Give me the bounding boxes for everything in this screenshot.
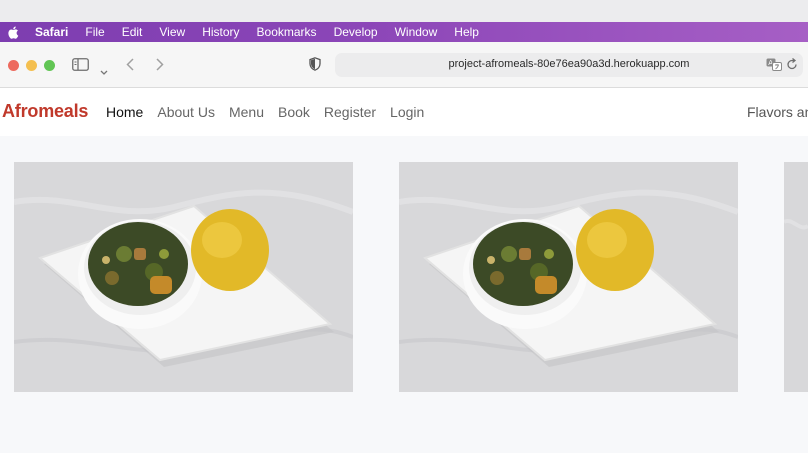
menu-develop[interactable]: Develop <box>334 25 378 39</box>
site-navbar: Afromeals Home About Us Menu Book Regist… <box>0 88 808 136</box>
nav-login[interactable]: Login <box>390 104 424 120</box>
back-icon[interactable] <box>126 58 134 76</box>
nav-menu[interactable]: Menu <box>229 104 264 120</box>
browser-toolbar: project-afromeals-80e76ea90a3d.herokuapp… <box>0 42 808 88</box>
minimize-window-button[interactable] <box>26 60 37 71</box>
chevron-down-icon[interactable] <box>100 62 108 80</box>
translate-icon[interactable]: A <box>766 58 782 76</box>
menu-safari[interactable]: Safari <box>35 25 68 39</box>
menu-view[interactable]: View <box>159 25 185 39</box>
site-brand[interactable]: Afromeals <box>2 101 88 122</box>
food-image <box>399 162 738 392</box>
nav-book[interactable]: Book <box>278 104 310 120</box>
apple-icon[interactable] <box>8 26 22 39</box>
menu-bookmarks[interactable]: Bookmarks <box>257 25 317 39</box>
food-image <box>784 162 808 392</box>
reload-icon[interactable] <box>786 57 798 76</box>
close-window-button[interactable] <box>8 60 19 71</box>
menu-edit[interactable]: Edit <box>122 25 143 39</box>
window-top-strip <box>0 0 808 22</box>
menu-history[interactable]: History <box>202 25 239 39</box>
site-tagline: Flavors an <box>747 104 808 120</box>
nav-about-us[interactable]: About Us <box>157 104 215 120</box>
food-image <box>14 162 353 392</box>
menu-help[interactable]: Help <box>454 25 479 39</box>
forward-icon[interactable] <box>156 58 164 76</box>
menu-window[interactable]: Window <box>395 25 438 39</box>
zoom-window-button[interactable] <box>44 60 55 71</box>
menu-file[interactable]: File <box>85 25 104 39</box>
nav-register[interactable]: Register <box>324 104 376 120</box>
url-text: project-afromeals-80e76ea90a3d.herokuapp… <box>448 58 690 70</box>
address-bar[interactable]: project-afromeals-80e76ea90a3d.herokuapp… <box>335 53 803 77</box>
nav-home[interactable]: Home <box>106 104 143 120</box>
shield-icon[interactable] <box>309 57 321 76</box>
site-nav: Home About Us Menu Book Register Login <box>106 104 438 120</box>
sidebar-icon[interactable] <box>72 58 89 76</box>
macos-menubar: Safari File Edit View History Bookmarks … <box>0 22 808 42</box>
